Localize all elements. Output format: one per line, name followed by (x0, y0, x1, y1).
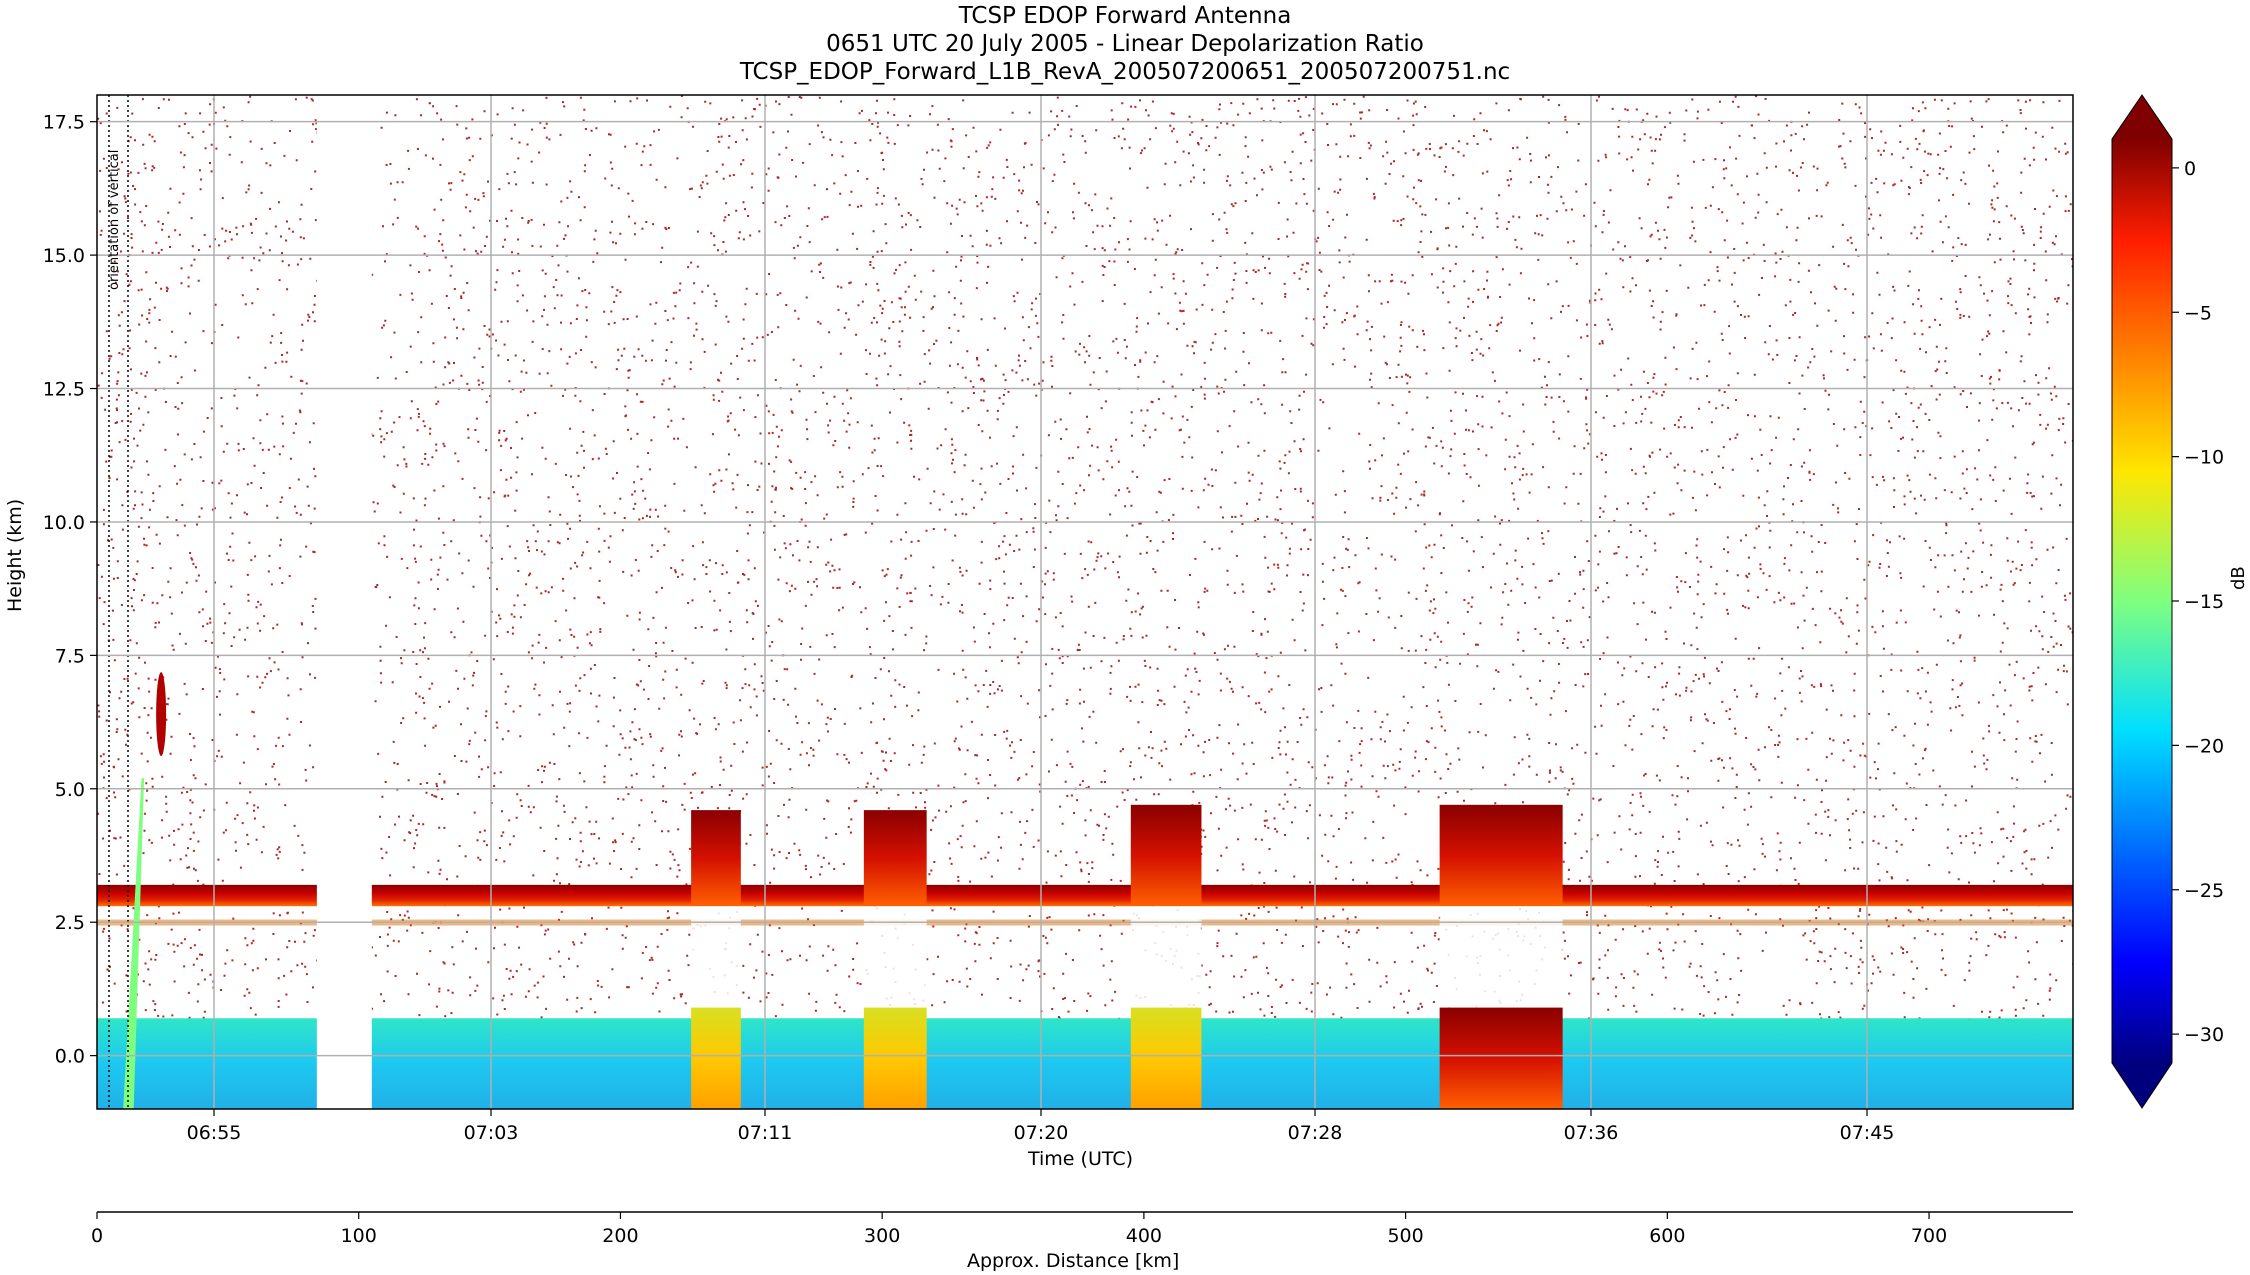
x-axis-label: Time (UTC) (1028, 1148, 1134, 1170)
noise-speckle (97, 95, 2073, 1109)
x-tick-label-1: 07:03 (464, 1122, 519, 1144)
y-tick-label-6: 2.5 (55, 912, 85, 934)
distance-tick-label-3: 300 (864, 1225, 900, 1247)
colorbar-tick-label-2: −10 (2184, 447, 2224, 469)
elevated-surface-1 (691, 1007, 741, 1109)
y-tick-label-2: 12.5 (43, 379, 85, 401)
elevated-layer-4 (1439, 804, 1563, 907)
elevated-surface-2 (863, 1007, 927, 1109)
data-gap (316, 95, 372, 1109)
x2-axis-label: Approx. Distance [km] (967, 1250, 1180, 1272)
distance-axis: 0 100 200 300 400 500 600 700 (91, 1211, 2073, 1247)
distance-tick-label-7: 700 (1911, 1225, 1947, 1247)
colorbar-label: dB (2228, 566, 2249, 590)
distance-tick-label-6: 600 (1649, 1225, 1685, 1247)
colorbar-tick-label-6: −30 (2184, 1024, 2224, 1046)
distance-tick-label-1: 100 (341, 1225, 377, 1247)
plot-frame (96, 94, 2074, 1110)
x-tick-label-5: 07:36 (1564, 1122, 1619, 1144)
y-tick-label-1: 15.0 (43, 245, 85, 267)
elevated-layer-2 (863, 810, 927, 907)
colorbar-tick-label-0: 0 (2184, 158, 2196, 180)
plot-area (97, 95, 2073, 1109)
distance-tick-label-4: 400 (1126, 1225, 1162, 1247)
x-tick-label-3: 07:20 (1014, 1122, 1069, 1144)
colorbar-tick-label-3: −15 (2184, 591, 2224, 613)
colorbar-tick-label-1: −5 (2184, 302, 2212, 324)
grid (97, 95, 2073, 1109)
chart-canvas: 17.515.012.510.07.55.02.50.0 06:55 07:03 0… (43, 94, 2224, 1247)
colorbar: 0 −5 −10 −15 −20 −25 −30 (2111, 94, 2224, 1109)
ascent-echo (156, 672, 167, 757)
y-tick-label-7: 0.0 (55, 1046, 85, 1068)
x-tick-label-6: 07:45 (1840, 1122, 1895, 1144)
distance-tick-label-2: 200 (602, 1225, 638, 1247)
time-axis: 06:55 07:03 07:11 07:20 07:28 07:36 07:45 (187, 1109, 1895, 1144)
colorbar-tick-label-4: −20 (2184, 735, 2224, 757)
colorbar-extend-min (2112, 1063, 2172, 1108)
y-tick-label-4: 7.5 (55, 645, 85, 667)
elevated-layer-1 (691, 810, 741, 907)
distance-tick-label-0: 0 (91, 1225, 103, 1247)
melting-layer (97, 884, 2073, 907)
y-tick-label-0: 17.5 (43, 112, 85, 134)
elevated-surface-4 (1439, 1007, 1563, 1109)
elevated-layer-3 (1130, 804, 1202, 907)
elevated-clear-2 (863, 906, 927, 1008)
x-tick-label-2: 07:11 (738, 1122, 793, 1144)
x-tick-label-0: 06:55 (187, 1122, 242, 1144)
elevated-clear-1 (691, 906, 741, 1008)
y-axis-label: Height (km) (4, 498, 26, 612)
colorbar-gradient (2112, 139, 2172, 1063)
colorbar-tick-label-5: −25 (2184, 880, 2224, 902)
y-tick-label-3: 10.0 (43, 512, 85, 534)
distance-tick-label-5: 500 (1387, 1225, 1423, 1247)
elevated-clear-3 (1130, 906, 1202, 1008)
y-tick-label-5: 5.0 (55, 779, 85, 801)
y-axis: 17.5 15.0 12.5 10.0 7.5 5.0 2.5 0.0 (43, 112, 97, 1068)
surface-band (97, 1018, 2073, 1109)
elevated-surface-3 (1130, 1007, 1202, 1109)
orientation-annotation: orientation of vertical (107, 150, 122, 290)
colorbar-extend-max (2112, 95, 2172, 139)
elevated-clear-4 (1439, 906, 1563, 1008)
x-tick-label-4: 07:28 (1288, 1122, 1343, 1144)
